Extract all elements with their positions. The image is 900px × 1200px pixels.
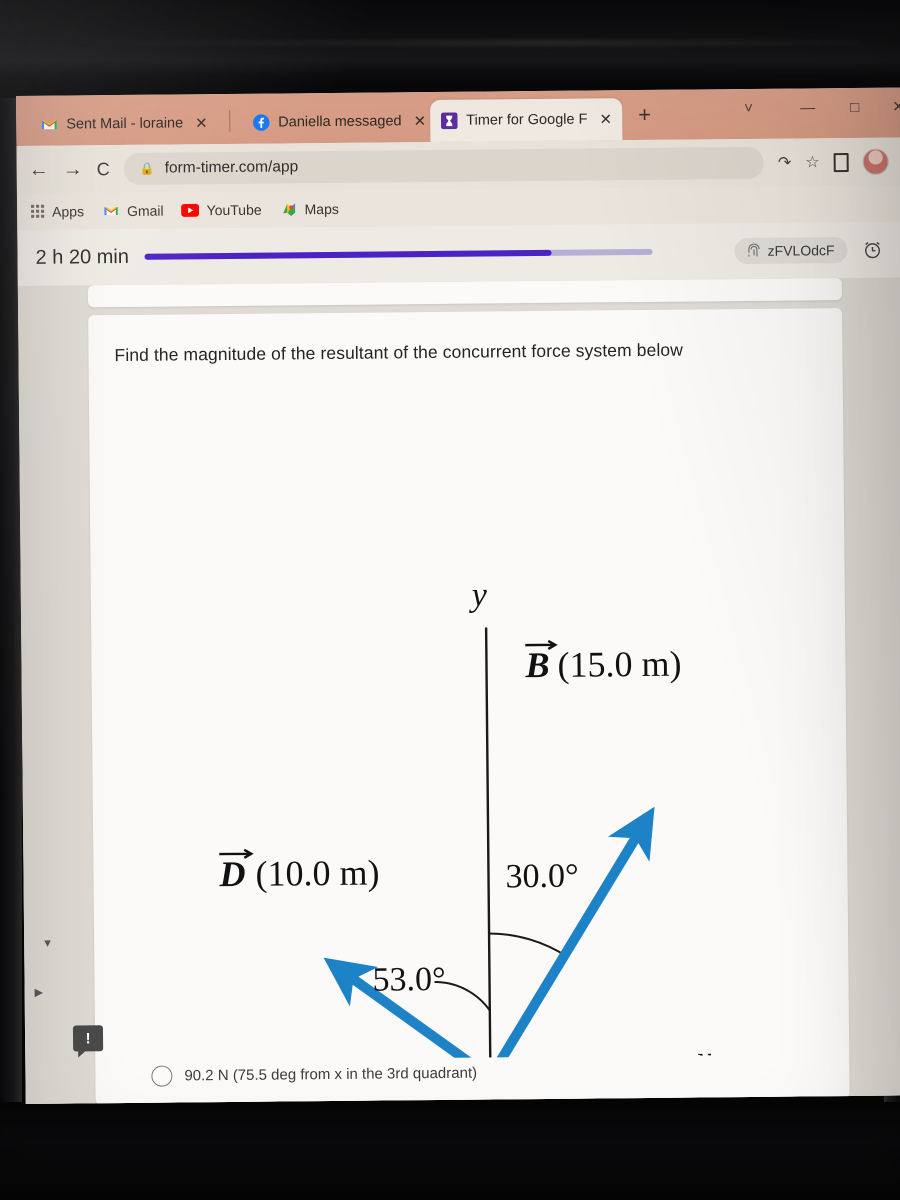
timer-bar: 2 h 20 min zFVLOdcF — [17, 221, 900, 286]
profile-avatar[interactable] — [862, 148, 889, 175]
tab-close-icon[interactable]: ✕ — [414, 113, 427, 130]
alert-comment-icon[interactable]: ! — [72, 1025, 104, 1052]
maximize-icon[interactable]: □ — [850, 99, 859, 116]
vector-B-label: B (15.0 m) — [524, 639, 682, 685]
vector-B-symbol: B — [524, 645, 549, 685]
timer-progress-bar — [144, 248, 653, 260]
tab-title: Sent Mail - loraine — [66, 115, 184, 133]
tab-divider — [229, 109, 231, 132]
youtube-icon — [181, 203, 200, 217]
radio-button[interactable] — [151, 1065, 173, 1087]
browser-toolbar: ← → C 🔒 form-timer.com/app ↷ ☆ — [16, 137, 900, 194]
vector-D-label: D (10.0 m) — [218, 848, 380, 894]
timer-remaining-label: 2 h 20 min — [35, 245, 130, 269]
tab-close-icon[interactable]: ✕ — [599, 111, 612, 128]
tab-close-icon[interactable]: ✕ — [195, 115, 208, 132]
bookmark-label: Apps — [52, 203, 85, 220]
fingerprint-icon — [748, 243, 760, 257]
reload-button[interactable]: C — [97, 159, 110, 179]
vector-D-symbol: D — [218, 854, 245, 894]
answer-option-0[interactable]: 90.2 N (75.5 deg from x in the 3rd quadr… — [151, 1063, 477, 1087]
answer-option-label: 90.2 N (75.5 deg from x in the 3rd quadr… — [184, 1064, 478, 1085]
sidebar-icon[interactable] — [833, 152, 849, 172]
vector-D-magnitude: (10.0 m) — [255, 853, 379, 894]
y-axis — [484, 627, 492, 1062]
hourglass-icon — [440, 112, 458, 130]
bookmark-label: Maps — [304, 200, 339, 218]
apps-grid-icon — [31, 204, 45, 219]
star-icon[interactable]: ☆ — [805, 152, 820, 172]
bookmark-youtube[interactable]: YouTube — [181, 201, 262, 219]
back-button[interactable]: ← — [29, 159, 49, 181]
tab-title: Daniella messaged — [278, 113, 402, 131]
browser-tab-2[interactable]: Timer for Google F ✕ — [430, 98, 623, 143]
lock-icon: 🔒 — [139, 161, 155, 176]
screen-photo: Sent Mail - loraine ✕ Daniella messaged … — [0, 0, 900, 1200]
bookmark-apps[interactable]: Apps — [31, 203, 84, 220]
address-bar-value: form-timer.com/app — [164, 158, 299, 177]
force-diagram: y x O B (15.0 m) D (10.0 m) — [218, 576, 712, 1062]
bookmark-label: Gmail — [126, 202, 164, 219]
screen-glint — [40, 40, 860, 46]
scroll-rail: ▼ ▶ — [29, 846, 61, 1086]
bookmark-gmail[interactable]: Gmail — [102, 203, 164, 220]
vector-B — [486, 806, 655, 1062]
timer-progress-fill — [144, 249, 552, 260]
gmail-icon — [104, 207, 118, 216]
close-icon[interactable]: ✕ — [892, 98, 900, 115]
tab-strip: Sent Mail - loraine ✕ Daniella messaged … — [16, 87, 900, 146]
gmail-icon — [41, 120, 57, 130]
question-scroll-area[interactable]: Find the magnitude of the resultant of t… — [17, 277, 900, 1104]
new-tab-button[interactable]: + — [638, 102, 651, 127]
tab-title: Timer for Google F — [466, 111, 588, 129]
bookmark-maps[interactable]: Maps — [280, 201, 339, 218]
address-bar[interactable]: 🔒 form-timer.com/app — [123, 146, 765, 185]
caret-right-icon[interactable]: ▶ — [35, 986, 44, 999]
angle-label-53: 53.0° — [372, 961, 445, 999]
maps-icon — [282, 203, 295, 217]
angle-arc-30 — [489, 932, 568, 958]
browser-tab-1[interactable]: Daniella messaged ✕ — [242, 100, 436, 144]
laptop-bezel-top — [0, 0, 900, 98]
laptop-bezel-bottom — [0, 1102, 900, 1200]
bookmark-label: YouTube — [206, 201, 262, 219]
angle-label-30: 30.0° — [505, 858, 578, 896]
timer-bar-actions: zFVLOdcF — [734, 237, 883, 265]
y-axis-label: y — [469, 576, 488, 613]
minimize-icon[interactable]: — — [800, 99, 815, 116]
caret-down-icon[interactable]: ▼ — [42, 938, 53, 950]
vector-B-magnitude: (15.0 m) — [557, 644, 681, 685]
facebook-icon — [253, 114, 270, 131]
session-code-chip[interactable]: zFVLOdcF — [734, 237, 848, 265]
chevron-down-icon[interactable]: ˅ — [744, 100, 753, 117]
page-content: 2 h 20 min zFVLOdcF Find the magnitude o… — [17, 221, 900, 1104]
browser-tab-0[interactable]: Sent Mail - loraine ✕ — [30, 102, 218, 146]
forward-button[interactable]: → — [63, 158, 83, 180]
browser-window: Sent Mail - loraine ✕ Daniella messaged … — [16, 87, 900, 1104]
session-code: zFVLOdcF — [767, 242, 835, 259]
alarm-clock-icon[interactable] — [861, 239, 883, 261]
share-icon[interactable]: ↷ — [778, 153, 792, 173]
